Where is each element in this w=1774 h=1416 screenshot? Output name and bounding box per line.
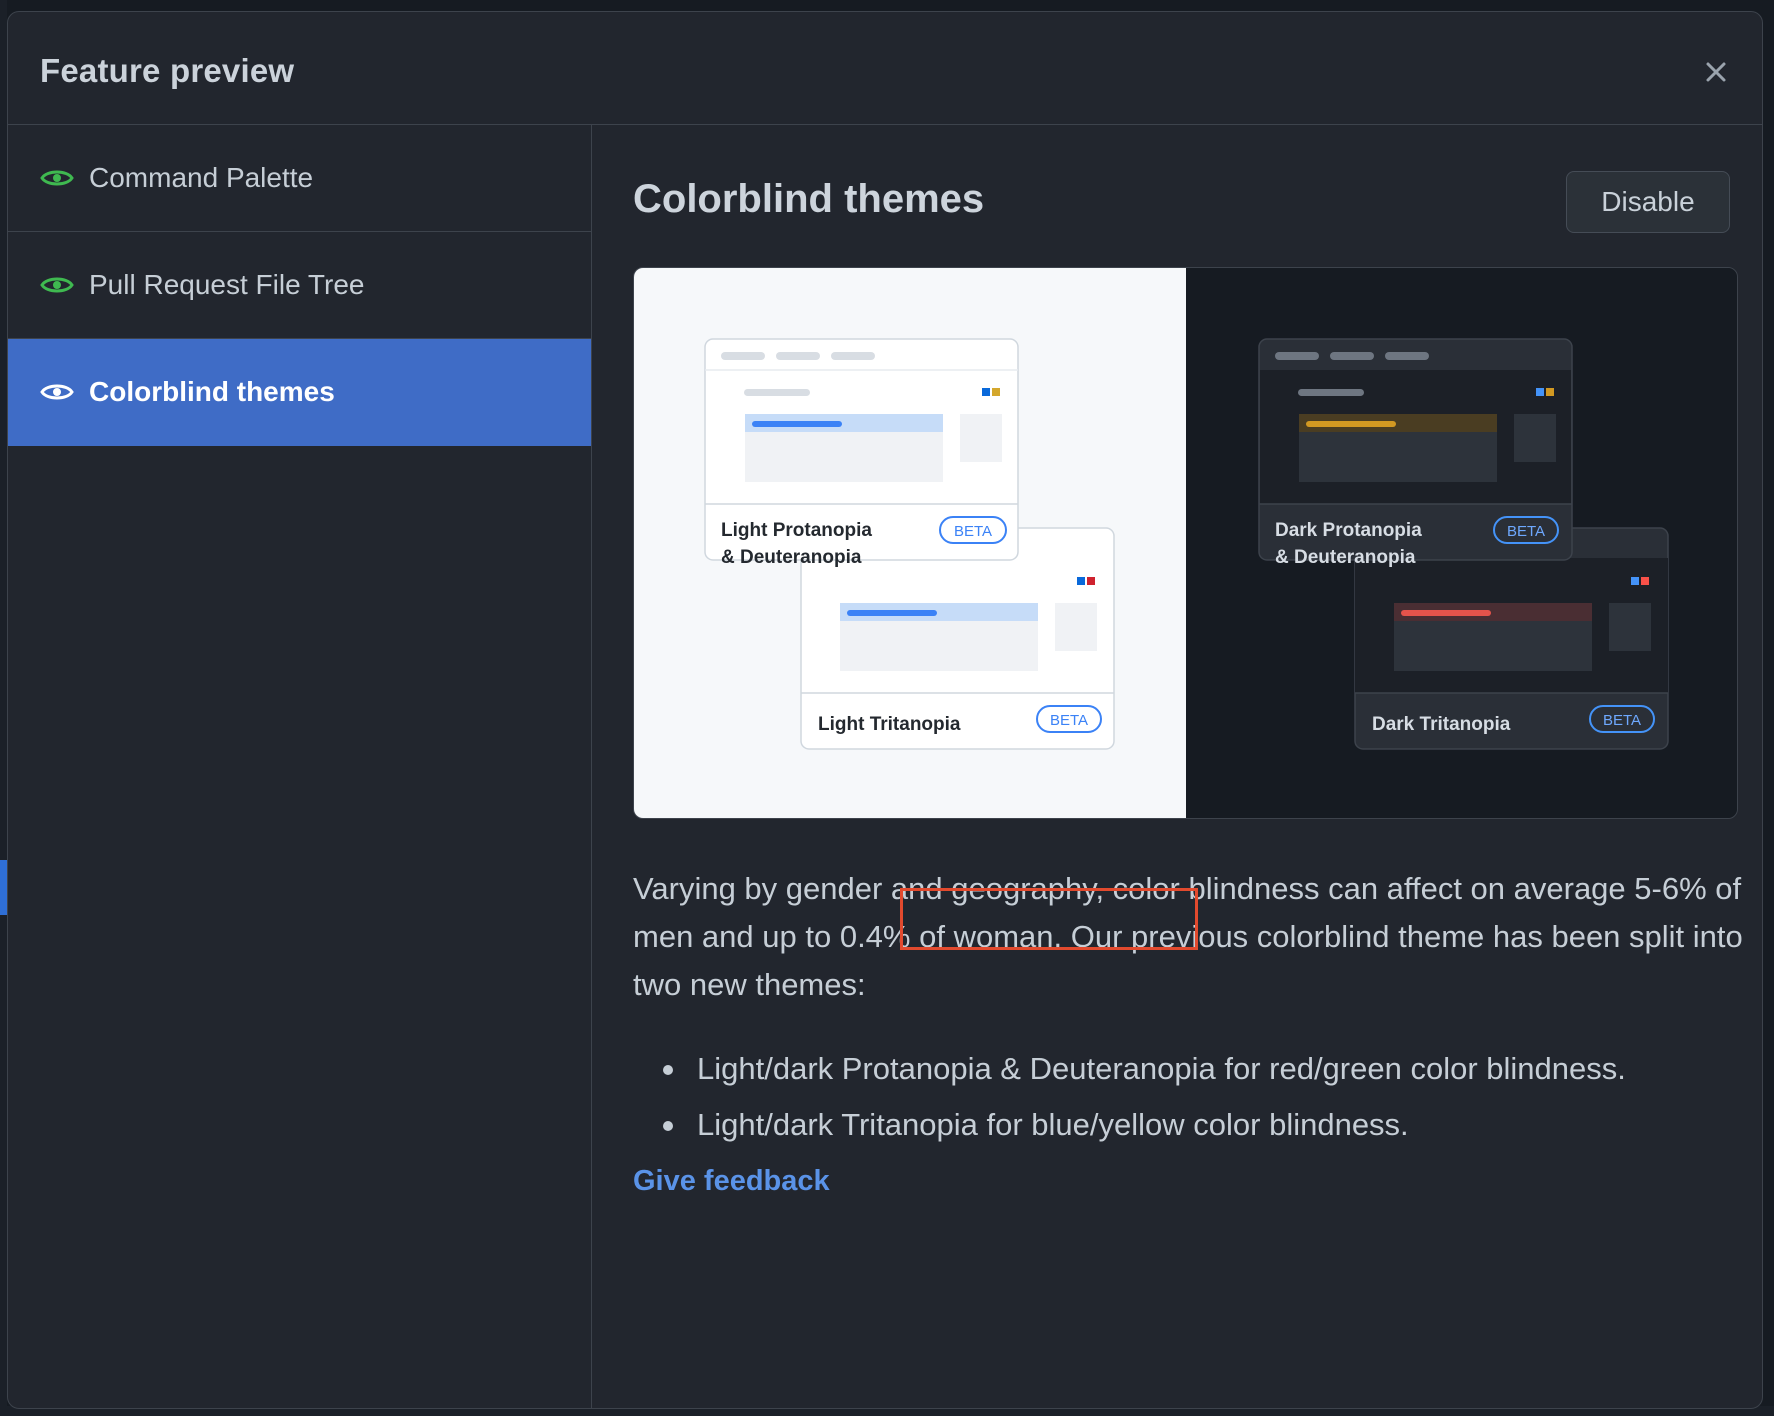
- light-protanopia-card: Light Protanopia & Deuteranopia BETA: [704, 338, 1019, 568]
- card-label: Light Protanopia: [721, 520, 872, 541]
- close-icon: [1706, 62, 1726, 82]
- list-item: Light/dark Tritanopia for blue/yellow co…: [633, 1097, 1743, 1153]
- eye-icon: [40, 277, 74, 293]
- card-label: Dark Tritanopia: [1372, 714, 1511, 735]
- feature-description: Varying by gender and geography, color b…: [633, 865, 1743, 1009]
- beta-badge: BETA: [1507, 523, 1545, 540]
- eye-icon: [40, 384, 74, 400]
- sidebar-item-label: Command Palette: [89, 162, 314, 193]
- beta-badge: BETA: [1603, 712, 1641, 729]
- card-label: & Deuteranopia: [721, 547, 862, 568]
- sidebar-item-label: Pull Request File Tree: [89, 269, 365, 300]
- list-item: Light/dark Protanopia & Deuteranopia for…: [633, 1041, 1743, 1097]
- beta-badge: BETA: [1050, 712, 1088, 729]
- theme-bullet-list: Light/dark Protanopia & Deuteranopia for…: [633, 1041, 1743, 1153]
- feature-detail-panel: Colorblind themes Disable Light Tritanop…: [592, 125, 1762, 1408]
- card-label: & Deuteranopia: [1275, 547, 1416, 568]
- dialog-header: Feature preview: [8, 12, 1762, 125]
- feature-preview-dialog: Feature preview Command Palette Pull Req…: [7, 11, 1763, 1409]
- sidebar-item-colorblind-themes[interactable]: Colorblind themes: [8, 339, 591, 446]
- card-label: Dark Protanopia: [1275, 520, 1422, 541]
- eye-icon: [40, 170, 74, 186]
- sidebar-item-label: Colorblind themes: [89, 376, 335, 407]
- dialog-title: Feature preview: [40, 52, 295, 89]
- give-feedback-link[interactable]: Give feedback: [633, 1165, 830, 1198]
- description-highlighted-text: to 0.4% of woman.: [805, 919, 1063, 954]
- close-button[interactable]: [1698, 54, 1734, 90]
- disable-button[interactable]: Disable: [1566, 171, 1730, 233]
- beta-badge: BETA: [954, 523, 992, 540]
- dark-protanopia-card: Dark Protanopia & Deuteranopia BETA: [1258, 338, 1573, 568]
- background-page-accent: [0, 860, 7, 915]
- feature-list-sidebar: Command Palette Pull Request File Tree C…: [8, 125, 592, 1408]
- sidebar-item-pull-request-file-tree[interactable]: Pull Request File Tree: [8, 232, 591, 339]
- card-label: Light Tritanopia: [818, 714, 961, 735]
- sidebar-item-command-palette[interactable]: Command Palette: [8, 125, 591, 232]
- background-page-edge: [0, 0, 7, 1416]
- feature-title: Colorblind themes: [633, 177, 985, 221]
- theme-preview-image: Light Tritanopia BETA Light Protanopia &…: [633, 267, 1738, 819]
